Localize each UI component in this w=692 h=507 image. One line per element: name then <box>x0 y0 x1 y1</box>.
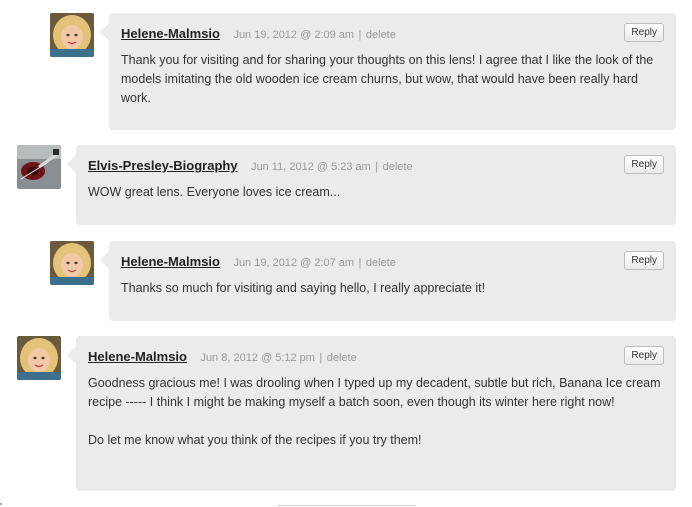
comment-body: Thanks so much for visiting and saying h… <box>121 279 662 298</box>
helene-avatar-icon <box>17 336 61 380</box>
reply-button[interactable]: Reply <box>624 251 664 270</box>
comment-bubble: Elvis-Presley-Biography Jun 11, 2012 @ 5… <box>67 145 676 225</box>
comment-author-link[interactable]: Helene-Malmsio <box>121 26 220 41</box>
comment-date: Jun 11, 2012 @ 5:23 am <box>251 161 371 173</box>
comment-paragraph: Thanks so much for visiting and saying h… <box>121 281 486 295</box>
comment-paragraph: Thank you for visiting and for sharing y… <box>121 53 654 105</box>
comment-bubble: Helene-Malmsio Jun 8, 2012 @ 5:12 pm | d… <box>67 336 676 491</box>
comment-bubble: Helene-Malmsio Jun 19, 2012 @ 2:07 am | … <box>100 241 676 321</box>
comment-date: Jun 19, 2012 @ 2:07 am <box>233 257 355 269</box>
comment-meta: Helene-Malmsio Jun 19, 2012 @ 2:09 am | … <box>121 25 396 43</box>
comment-author-link[interactable]: Elvis-Presley-Biography <box>88 158 238 173</box>
reply-button[interactable]: Reply <box>624 155 664 174</box>
reply-button[interactable]: Reply <box>624 23 664 42</box>
avatar[interactable] <box>17 145 61 189</box>
page-marker <box>0 503 2 505</box>
helene-avatar-icon <box>50 13 94 57</box>
comment-body: Goodness gracious me! I was drooling whe… <box>88 374 662 450</box>
meta-separator: | <box>319 352 323 364</box>
comment-body: Thank you for visiting and for sharing y… <box>121 51 662 108</box>
delete-link[interactable]: delete <box>383 161 413 173</box>
delete-link[interactable]: delete <box>366 29 396 41</box>
comment-meta: Helene-Malmsio Jun 8, 2012 @ 5:12 pm | d… <box>88 348 357 366</box>
comment-bubble: Helene-Malmsio Jun 19, 2012 @ 2:09 am | … <box>100 13 676 130</box>
reply-button[interactable]: Reply <box>624 346 664 365</box>
comment-paragraph: Goodness gracious me! I was drooling whe… <box>88 376 661 409</box>
meta-separator: | <box>375 161 379 173</box>
comment-meta: Helene-Malmsio Jun 19, 2012 @ 2:07 am | … <box>121 253 396 271</box>
comment-date: Jun 8, 2012 @ 5:12 pm <box>200 352 315 364</box>
delete-link[interactable]: delete <box>366 257 396 269</box>
comment-paragraph: WOW great lens. Everyone loves ice cream… <box>88 185 341 199</box>
comment-author-link[interactable]: Helene-Malmsio <box>88 349 187 364</box>
comment-date: Jun 19, 2012 @ 2:09 am <box>233 29 355 41</box>
comment-body: WOW great lens. Everyone loves ice cream… <box>88 183 662 202</box>
comment-author-link[interactable]: Helene-Malmsio <box>121 254 220 269</box>
pagination-divider <box>278 505 416 506</box>
avatar[interactable] <box>17 336 61 380</box>
delete-link[interactable]: delete <box>327 352 357 364</box>
comment-meta: Elvis-Presley-Biography Jun 11, 2012 @ 5… <box>88 157 413 175</box>
meta-separator: | <box>358 257 362 269</box>
avatar[interactable] <box>50 241 94 285</box>
helene-avatar-icon <box>50 241 94 285</box>
avatar[interactable] <box>50 13 94 57</box>
meta-separator: | <box>358 29 362 41</box>
comment-paragraph: Do let me know what you think of the rec… <box>88 433 422 447</box>
guitar-avatar-icon <box>17 145 61 189</box>
